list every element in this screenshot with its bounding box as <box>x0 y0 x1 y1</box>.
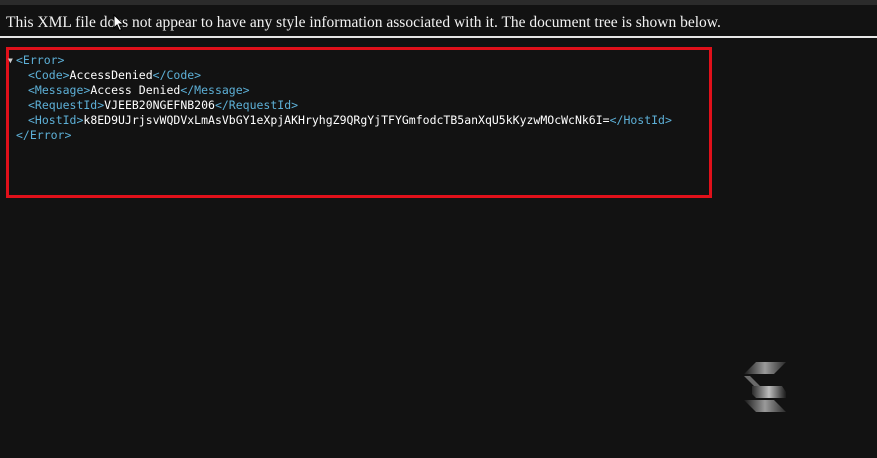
xml-info-bar: This XML file does not appear to have an… <box>0 14 877 38</box>
xml-root-close-tag: </Error> <box>16 128 72 142</box>
collapse-toggle-icon[interactable]: ▼ <box>8 53 16 68</box>
xml-child-hostid: <HostId>k8ED9UJrjsvWQDVxLmAsVbGY1eXpjAKH… <box>8 113 672 128</box>
code-value: AccessDenied <box>69 68 153 82</box>
s-logo-icon <box>744 362 786 412</box>
xml-root-open-tag: <Error> <box>16 53 65 67</box>
message-close-tag: </Message> <box>180 83 250 97</box>
hostid-open-tag: <HostId> <box>28 113 84 127</box>
hostid-value: k8ED9UJrjsvWQDVxLmAsVbGY1eXpjAKHryhgZ9QR… <box>83 113 610 127</box>
message-open-tag: <Message> <box>28 83 91 97</box>
message-value: Access Denied <box>90 83 181 97</box>
requestid-value: VJEEB20NGEFNB206 <box>104 98 215 112</box>
xml-root-open-line: ▼ <Error> <box>8 53 672 68</box>
xml-child-requestid: <RequestId>VJEEB20NGEFNB206</RequestId> <box>8 98 672 113</box>
mouse-pointer-icon <box>113 14 125 32</box>
xml-child-code: <Code>AccessDenied</Code> <box>8 68 672 83</box>
hostid-close-tag: </HostId> <box>609 113 672 127</box>
code-open-tag: <Code> <box>28 68 70 82</box>
xml-child-message: <Message>Access Denied</Message> <box>8 83 672 98</box>
requestid-close-tag: </RequestId> <box>214 98 299 112</box>
xml-root-close-line: </Error> <box>8 128 672 143</box>
top-edge <box>0 0 877 5</box>
code-close-tag: </Code> <box>152 68 202 82</box>
requestid-open-tag: <RequestId> <box>28 98 105 112</box>
xml-tree: ▼ <Error> <Code>AccessDenied</Code> <Mess… <box>8 53 672 143</box>
